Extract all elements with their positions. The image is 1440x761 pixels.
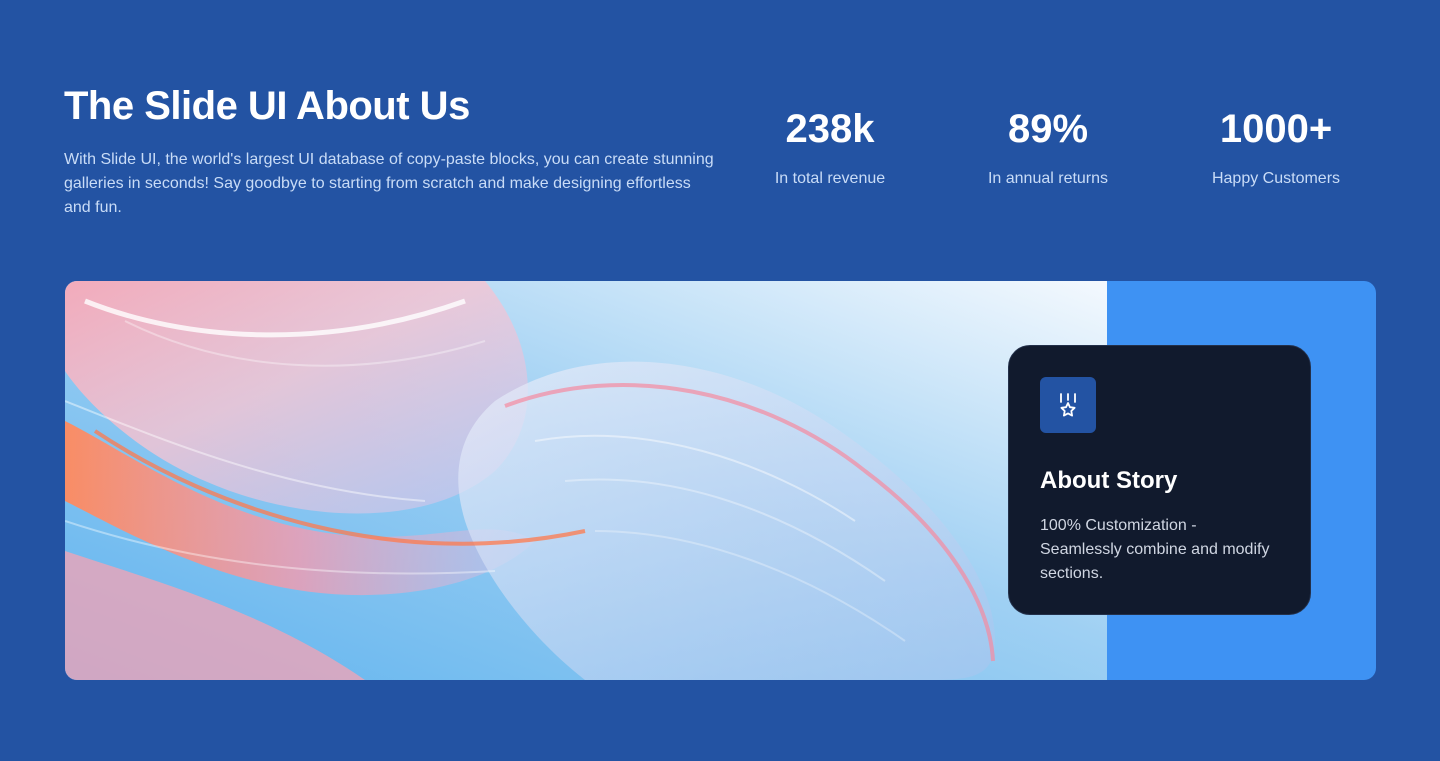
stat-revenue: 238k In total revenue bbox=[720, 104, 940, 190]
stat-value: 238k bbox=[785, 107, 875, 151]
about-story-card: About Story 100% Customization - Seamles… bbox=[1008, 345, 1311, 615]
story-title: About Story bbox=[1040, 467, 1178, 494]
story-text: 100% Customization - Seamlessly combine … bbox=[1040, 517, 1270, 582]
story-badge bbox=[1040, 377, 1096, 433]
stats-row: 238k In total revenue 89% In annual retu… bbox=[0, 104, 1440, 204]
stat-value: 89% bbox=[1007, 107, 1089, 151]
stat-label: In annual returns bbox=[987, 170, 1109, 187]
medal-star-icon bbox=[1060, 393, 1076, 417]
abstract-hero-image bbox=[65, 281, 1107, 680]
about-us-section: The Slide UI About Us With Slide UI, the… bbox=[0, 0, 1440, 761]
stat-customers: 1000+ Happy Customers bbox=[1166, 104, 1386, 190]
stat-value: 1000+ bbox=[1219, 107, 1333, 151]
stat-label: Happy Customers bbox=[1211, 170, 1341, 187]
stat-label: In total revenue bbox=[774, 170, 886, 187]
stat-returns: 89% In annual returns bbox=[938, 104, 1158, 190]
